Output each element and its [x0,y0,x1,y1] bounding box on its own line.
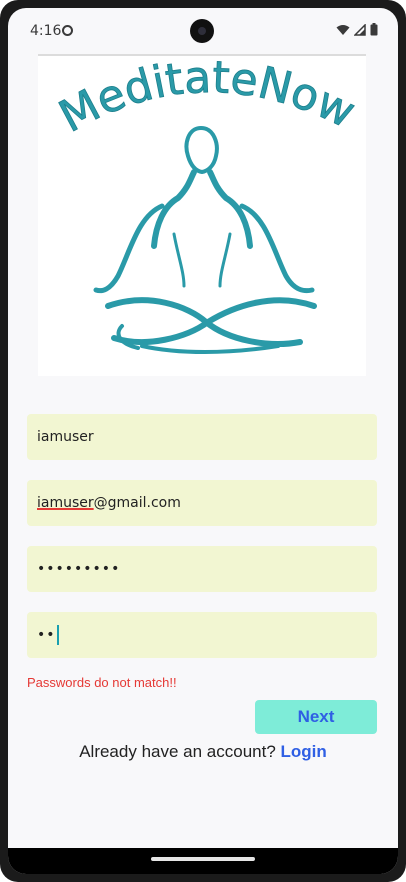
battery-icon [370,23,378,36]
status-icons [336,23,378,36]
login-prompt: Already have an account? Login [8,742,398,762]
navigation-bar [8,848,398,874]
login-link[interactable]: Login [281,742,327,761]
logo-graphic: MeditateNow [51,51,363,354]
email-value-spellcheck: iamuser [37,495,94,511]
text-cursor [56,625,59,645]
password-field[interactable]: ••••••••• [27,546,377,592]
wifi-icon [336,24,350,35]
app-screen: 4:16 MeditateNow iamuser iamuser @gmail.… [8,8,398,874]
password-error-message: Passwords do not match!! [27,675,177,690]
password-value: ••••••••• [37,561,121,577]
next-button[interactable]: Next [255,700,377,734]
next-button-label: Next [297,707,335,726]
confirm-password-field[interactable]: •• [27,612,377,658]
settings-dot-icon [62,25,73,36]
login-prompt-text: Already have an account? [79,742,276,761]
camera-cutout-icon [190,19,214,43]
status-bar: 4:16 [8,8,398,52]
username-field[interactable]: iamuser [27,414,377,460]
phone-frame: 4:16 MeditateNow iamuser iamuser @gmail.… [0,0,406,882]
signal-icon [354,23,366,36]
meditation-pose-icon [93,126,317,354]
status-time: 4:16 [30,23,62,39]
username-value: iamuser [37,429,94,445]
app-logo: MeditateNow [38,51,366,376]
home-indicator[interactable] [151,857,255,861]
email-field[interactable]: iamuser @gmail.com [27,480,377,526]
email-value-domain: @gmail.com [93,495,181,511]
confirm-password-value: •• [37,627,56,643]
